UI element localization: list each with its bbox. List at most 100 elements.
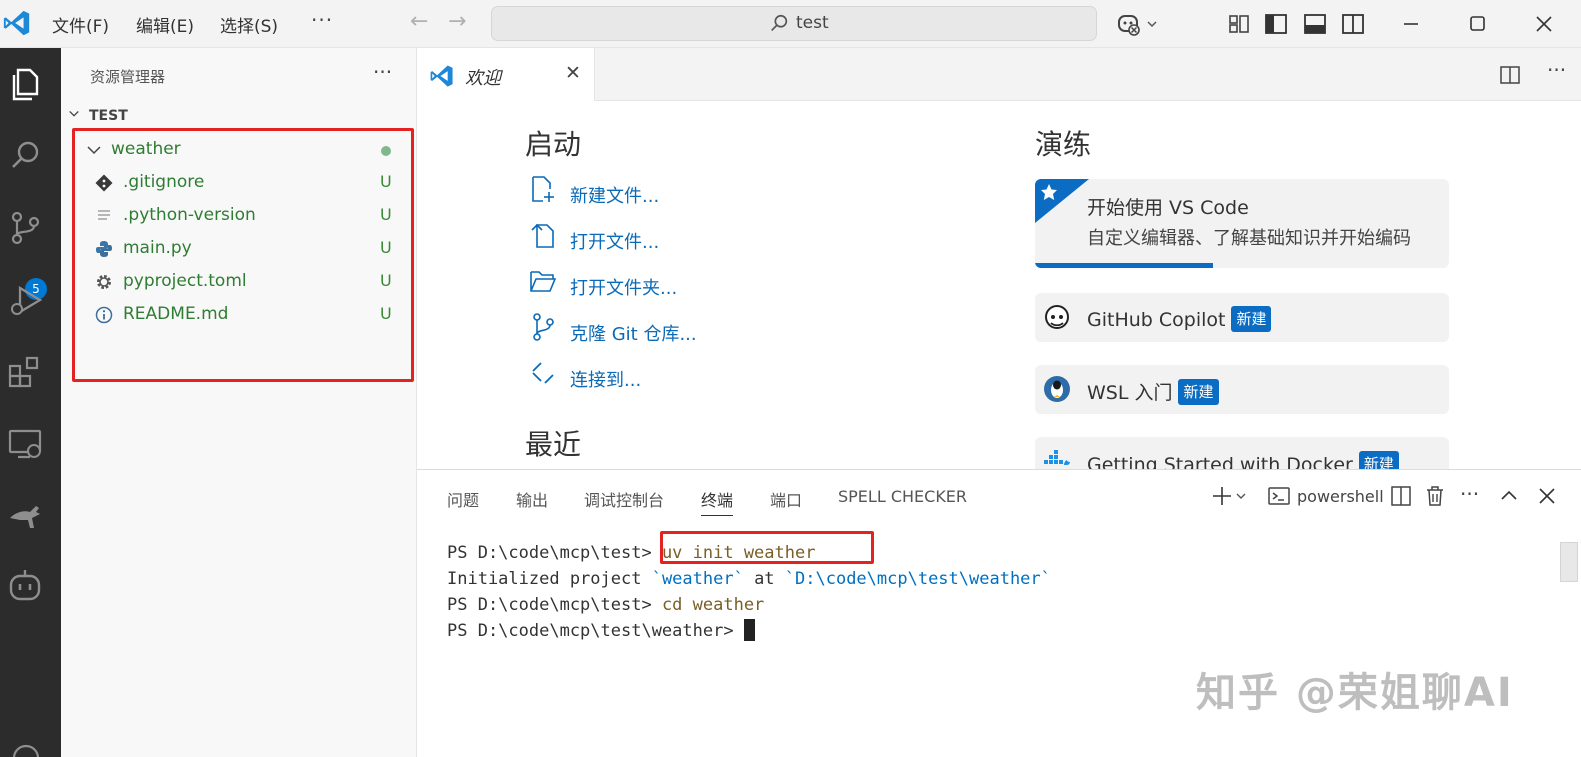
workspace-section-header[interactable]: TEST bbox=[67, 108, 128, 124]
open-file-link[interactable]: 打开文件... bbox=[570, 228, 659, 254]
prompt: PS D:\code\mcp\test> bbox=[447, 595, 662, 615]
output-string: `D:\code\mcp\test\weather` bbox=[784, 569, 1051, 589]
git-clone-icon bbox=[533, 313, 554, 341]
kangaroo-icon[interactable] bbox=[6, 496, 46, 536]
toggle-secondary-sidebar-icon[interactable] bbox=[1340, 11, 1366, 37]
watermark: 知乎 @荣姐聊AI bbox=[1196, 670, 1514, 716]
recent-heading: 最近 bbox=[525, 428, 582, 461]
tab-welcome[interactable]: 欢迎 ✕ bbox=[417, 48, 595, 101]
walkthrough-card-vscode[interactable]: 开始使用 VS Code 自定义编辑器、了解基础知识并开始编码 bbox=[1035, 179, 1449, 268]
close-window-icon[interactable] bbox=[1531, 11, 1557, 37]
connect-to-link[interactable]: 连接到... bbox=[570, 366, 641, 392]
toggle-panel-icon[interactable] bbox=[1302, 11, 1328, 37]
search-icon bbox=[771, 14, 788, 32]
remote-explorer-icon[interactable] bbox=[6, 424, 46, 464]
customize-layout-icon[interactable] bbox=[1226, 11, 1252, 37]
title-bar: 文件(F) 编辑(E) 选择(S) ··· ← → test bbox=[0, 0, 1581, 48]
copilot-menu-icon[interactable] bbox=[1116, 11, 1160, 37]
explorer-more-button[interactable]: ··· bbox=[373, 60, 392, 84]
vscode-logo-icon bbox=[430, 65, 453, 87]
explorer-title: 资源管理器 bbox=[90, 68, 166, 86]
walkthroughs-heading: 演练 bbox=[1035, 128, 1092, 161]
menu-file[interactable]: 文件(F) bbox=[52, 12, 109, 37]
split-editor-icon[interactable] bbox=[1499, 64, 1521, 86]
card-title: GitHub Copilot bbox=[1087, 309, 1226, 331]
walkthrough-card-wsl[interactable]: WSL 入门 新建 bbox=[1035, 365, 1449, 414]
terminal-scrollbar[interactable] bbox=[1560, 542, 1578, 582]
card-title: Getting Started with Docker bbox=[1087, 454, 1353, 469]
walkthrough-progress-bar bbox=[1035, 263, 1214, 268]
copilot-icon[interactable] bbox=[6, 566, 46, 606]
new-file-icon bbox=[532, 176, 554, 202]
tab-ports[interactable]: 端口 bbox=[770, 487, 802, 511]
docker-icon bbox=[1043, 450, 1070, 465]
forward-arrow-icon[interactable]: → bbox=[448, 9, 466, 34]
output-string: `weather` bbox=[651, 569, 744, 589]
editor-tab-bar: 欢迎 ✕ ··· bbox=[417, 48, 1581, 101]
menu-edit[interactable]: 编辑(E) bbox=[136, 12, 194, 37]
new-badge: 新建 bbox=[1358, 451, 1399, 469]
terminal-icon bbox=[1268, 487, 1290, 505]
extensions-icon[interactable] bbox=[6, 352, 46, 392]
minimize-icon[interactable] bbox=[1398, 11, 1424, 37]
maximize-icon[interactable] bbox=[1464, 11, 1490, 37]
run-debug-icon[interactable] bbox=[6, 280, 46, 320]
tab-spell-checker[interactable]: SPELL CHECKER bbox=[838, 487, 967, 506]
terminal-line: PS D:\code\mcp\test> cd weather bbox=[447, 595, 764, 615]
card-title: 开始使用 VS Code bbox=[1087, 197, 1249, 219]
tab-debug-console[interactable]: 调试控制台 bbox=[584, 487, 664, 511]
toggle-primary-sidebar-icon[interactable] bbox=[1263, 11, 1289, 37]
remote-connect-icon bbox=[532, 362, 554, 384]
start-heading: 启动 bbox=[525, 128, 582, 161]
vscode-logo-icon bbox=[3, 10, 30, 36]
tab-problems[interactable]: 问题 bbox=[447, 487, 479, 511]
command-center-search[interactable]: test bbox=[491, 6, 1097, 41]
panel-more-button[interactable]: ··· bbox=[1460, 482, 1479, 506]
chevron-down-icon bbox=[69, 110, 79, 117]
welcome-page: 启动 新建文件... 打开文件... 打开文件夹... 克隆 Git 仓库...… bbox=[417, 101, 1581, 469]
walkthrough-card-copilot[interactable]: GitHub Copilot 新建 bbox=[1035, 293, 1449, 342]
maximize-panel-icon[interactable] bbox=[1497, 484, 1521, 508]
menu-selection[interactable]: 选择(S) bbox=[220, 12, 278, 37]
card-title-row: GitHub Copilot 新建 bbox=[1087, 306, 1272, 332]
walkthrough-card-docker[interactable]: Getting Started with Docker 新建 bbox=[1035, 437, 1449, 469]
trash-icon[interactable] bbox=[1423, 484, 1447, 508]
tab-terminal[interactable]: 终端 bbox=[701, 487, 734, 516]
editor-more-button[interactable]: ··· bbox=[1547, 58, 1566, 82]
command: cd weather bbox=[661, 595, 765, 615]
highlight-box-command bbox=[660, 531, 874, 564]
card-title-row: Getting Started with Docker 新建 bbox=[1087, 451, 1399, 469]
new-terminal-icon[interactable] bbox=[1210, 484, 1250, 508]
source-control-icon[interactable] bbox=[6, 208, 46, 248]
split-terminal-icon[interactable] bbox=[1389, 484, 1413, 508]
open-folder-link[interactable]: 打开文件夹... bbox=[570, 274, 677, 300]
back-arrow-icon[interactable]: ← bbox=[410, 9, 428, 34]
featured-star-icon bbox=[1035, 179, 1089, 223]
terminal-cursor bbox=[743, 619, 755, 641]
tab-close-icon[interactable]: ✕ bbox=[565, 62, 581, 84]
card-title: WSL 入门 bbox=[1087, 382, 1173, 404]
new-file-link[interactable]: 新建文件... bbox=[570, 182, 659, 208]
copilot-icon bbox=[1045, 305, 1069, 329]
open-file-icon bbox=[531, 223, 554, 248]
terminal-line: Initialized project `weather` at `D:\cod… bbox=[447, 569, 1051, 589]
activity-bar: 5 bbox=[0, 48, 61, 757]
menu-more-button[interactable]: ··· bbox=[311, 8, 333, 32]
terminal-profile-name[interactable]: powershell bbox=[1297, 487, 1384, 506]
search-text: test bbox=[796, 13, 829, 33]
card-title-row: WSL 入门 新建 bbox=[1087, 378, 1219, 405]
close-panel-icon[interactable] bbox=[1535, 484, 1559, 508]
card-description: 自定义编辑器、了解基础知识并开始编码 bbox=[1087, 228, 1411, 249]
new-badge: 新建 bbox=[1231, 306, 1272, 332]
prompt: PS D:\code\mcp\test\weather> bbox=[447, 621, 744, 641]
terminal-line: PS D:\code\mcp\test\weather> bbox=[447, 619, 755, 641]
clone-repo-link[interactable]: 克隆 Git 仓库... bbox=[570, 320, 697, 346]
search-icon[interactable] bbox=[6, 136, 46, 176]
highlight-box-files bbox=[72, 128, 414, 382]
accounts-icon[interactable] bbox=[6, 738, 46, 757]
new-badge: 新建 bbox=[1178, 379, 1219, 405]
linux-tux-icon bbox=[1044, 376, 1070, 402]
workspace-name: TEST bbox=[89, 108, 128, 124]
explorer-icon[interactable] bbox=[6, 64, 46, 104]
tab-output[interactable]: 输出 bbox=[516, 487, 548, 511]
